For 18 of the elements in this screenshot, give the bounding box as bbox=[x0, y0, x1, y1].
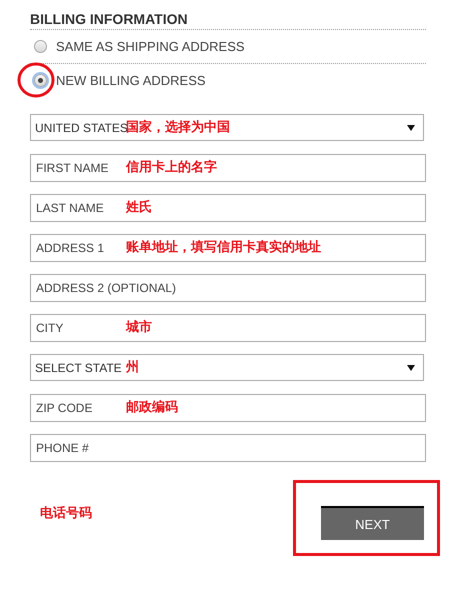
radio-label: NEW BILLING ADDRESS bbox=[56, 73, 206, 88]
annotation-note: 国家，选择为中国 bbox=[126, 118, 230, 137]
annotation-note: 州 bbox=[126, 359, 139, 377]
caret-icon bbox=[407, 124, 415, 130]
input-field[interactable]: ADDRESS 2 (OPTIONAL) bbox=[30, 274, 426, 302]
annotation-note: 城市 bbox=[126, 318, 152, 337]
section-heading: BILLING INFORMATION bbox=[30, 11, 189, 29]
annotation-note: 电话号码 bbox=[40, 505, 92, 522]
annotation-note: 信用卡上的名字 bbox=[126, 158, 217, 177]
input-field[interactable]: PHONE # bbox=[30, 434, 426, 462]
radio-button[interactable] bbox=[34, 74, 47, 87]
radio-button[interactable] bbox=[34, 40, 47, 53]
next-button[interactable]: NEXT bbox=[321, 506, 424, 540]
caret-icon bbox=[407, 364, 415, 370]
annotation-note: 邮政编码 bbox=[126, 398, 178, 417]
annotation-note: 姓氏 bbox=[126, 198, 152, 217]
radio-label: SAME AS SHIPPING ADDRESS bbox=[56, 39, 245, 54]
annotation-note: 账单地址，填写信用卡真实的地址 bbox=[126, 238, 321, 257]
